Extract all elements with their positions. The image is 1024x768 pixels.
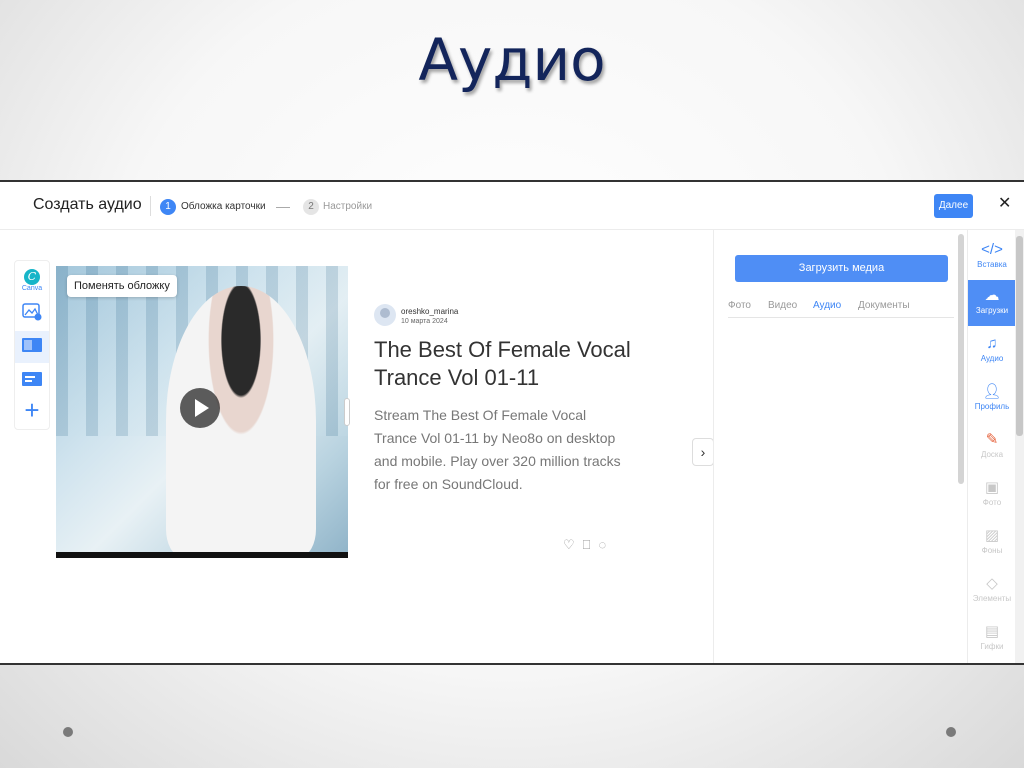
cover-bottom-bar [56,552,348,558]
tab-video[interactable]: Видео [768,300,797,311]
pattern-icon: ▨ [984,527,1000,544]
bookmark-icon[interactable]: ⎕ [583,537,599,552]
sidebar-item-elements[interactable]: ◇ Элементы [968,568,1016,614]
user-icon: 👤︎ [982,383,1002,400]
tab-photo[interactable]: Фото [728,300,751,311]
comment-icon[interactable]: ◌ [598,537,614,552]
modal-header: Создать аудио 1 Обложка карточки 2 Настр… [0,182,1024,230]
page-scrollbar[interactable] [1015,230,1024,663]
step-1-label[interactable]: Обложка карточки [181,201,266,212]
step-2-number[interactable]: 2 [303,199,319,215]
post-description: Stream The Best Of Female Vocal Trance V… [374,407,621,492]
sidebar-item-backgrounds[interactable]: ▨ Фоны [968,520,1016,566]
image-icon[interactable] [15,303,49,326]
modal-title: Создать аудио [33,196,142,213]
brush-icon: ✎ [985,431,999,448]
card-layout-icon[interactable] [15,331,49,363]
add-icon[interactable]: + [15,397,49,423]
cover-image: Поменять обложку [56,266,348,558]
tab-audio[interactable]: Аудио [813,300,841,311]
sidebar-item-label: Вставка [977,260,1007,269]
resize-handle[interactable] [344,398,350,426]
canva-button[interactable]: C Canva [15,267,49,292]
code-icon: </> [981,241,1003,258]
divider [150,196,151,216]
step-divider [276,207,290,208]
slide-bullet-right [946,727,956,737]
screenshot: Создать аудио 1 Обложка карточки 2 Настр… [0,180,1024,665]
sidebar-item-label: Элементы [972,594,1012,603]
sidebar-item-uploads[interactable]: ☁ Загрузки [968,280,1016,326]
sidebar-item-label: Доска [980,450,1004,459]
sidebar-item-photo[interactable]: ▣ Фото [968,472,1016,518]
panel-scrollbar[interactable] [958,234,964,484]
upload-cloud-icon: ☁ [984,287,1000,304]
sidebar-item-label: Фото [982,498,1002,507]
shapes-icon: ◇ [986,575,998,592]
chevron-right-icon[interactable]: › [692,438,714,466]
sidebar-item-profile[interactable]: 👤︎ Профиль [968,376,1016,422]
media-tabs: Фото Видео Аудио Документы [728,300,954,318]
sidebar-item-label: Аудио [980,354,1004,363]
heart-icon[interactable]: ♡ [563,537,583,552]
change-cover-button[interactable]: Поменять обложку [67,275,177,297]
sidebar-item-label: Загрузки [975,306,1009,315]
scrollbar-thumb[interactable] [1016,236,1023,436]
music-note-icon: ♫ [986,335,998,352]
gif-icon: ▤ [984,623,1000,640]
step-2-label[interactable]: Настройки [323,201,372,212]
left-toolbar: C Canva + [14,260,50,430]
text-block-icon[interactable] [15,371,49,392]
close-icon[interactable]: ✕ [998,193,1011,213]
post-date: 10 марта 2024 [401,318,448,325]
media-panel: Загрузить медиа Фото Видео Аудио Докумен… [713,230,967,663]
sidebar-item-insert[interactable]: </> Вставка [968,234,1016,280]
play-icon[interactable] [180,388,220,428]
post-title: The Best Of Female Vocal Trance Vol 01-1… [374,337,631,390]
image-icon: ▣ [984,479,1000,496]
next-button[interactable]: Далее [934,194,973,218]
post-actions: ♡⎕◌ [563,537,614,553]
canva-label: Canva [21,285,43,292]
right-sidebar: </> Вставка ☁ Загрузки ♫ Аудио 👤︎ Профил… [967,230,1016,663]
upload-media-button[interactable]: Загрузить медиа [735,255,948,282]
avatar [374,304,396,326]
sidebar-item-label: Гифки [980,642,1004,651]
sidebar-item-audio[interactable]: ♫ Аудио [968,328,1016,374]
tab-documents[interactable]: Документы [858,300,910,311]
step-1-number[interactable]: 1 [160,199,176,215]
sidebar-item-gifs[interactable]: ▤ Гифки [968,616,1016,662]
sidebar-item-label: Фоны [981,546,1003,555]
sidebar-item-label: Профиль [974,402,1010,411]
slide-bullet-left [63,727,73,737]
author-name: oreshko_marina [401,307,459,316]
sidebar-item-board[interactable]: ✎ Доска [968,424,1016,470]
slide-title: Аудио [418,26,606,94]
canva-icon: C [24,269,40,285]
